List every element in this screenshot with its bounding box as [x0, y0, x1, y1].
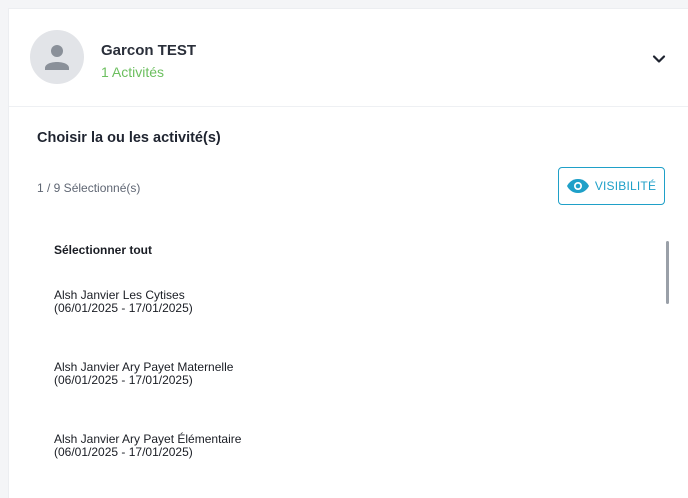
select-all-option[interactable]: Sélectionner tout	[54, 243, 654, 257]
child-activity-card: Garcon TEST 1 Activités Choisir la ou le…	[8, 8, 688, 498]
eye-icon	[566, 179, 589, 193]
chevron-down-icon[interactable]	[651, 51, 667, 67]
activity-dates: (06/01/2025 - 17/01/2025)	[54, 373, 193, 387]
activity-dates: (06/01/2025 - 17/01/2025)	[54, 301, 193, 315]
avatar	[30, 30, 84, 84]
list-item[interactable]: Alsh Janvier Les Cytises (06/01/2025 - 1…	[54, 289, 614, 315]
visibility-button[interactable]: VISIBILITÉ	[558, 167, 665, 205]
list-item[interactable]: Alsh Janvier Ary Payet Élémentaire (06/0…	[54, 433, 614, 459]
activity-list: Sélectionner tout Alsh Janvier Les Cytis…	[54, 243, 654, 459]
list-item[interactable]: Alsh Janvier Ary Payet Maternelle (06/01…	[54, 361, 614, 387]
scrollbar[interactable]	[666, 241, 669, 304]
child-name: Garcon TEST	[101, 42, 197, 59]
profile-header[interactable]: Garcon TEST 1 Activités	[9, 9, 688, 107]
person-icon	[45, 45, 69, 70]
selection-count: 1 / 9 Sélectionné(s)	[37, 181, 141, 195]
activity-dates: (06/01/2025 - 17/01/2025)	[54, 445, 193, 459]
activity-count: 1 Activités	[101, 64, 165, 80]
visibility-button-label: VISIBILITÉ	[594, 179, 657, 193]
section-title: Choisir la ou les activité(s)	[37, 130, 221, 146]
